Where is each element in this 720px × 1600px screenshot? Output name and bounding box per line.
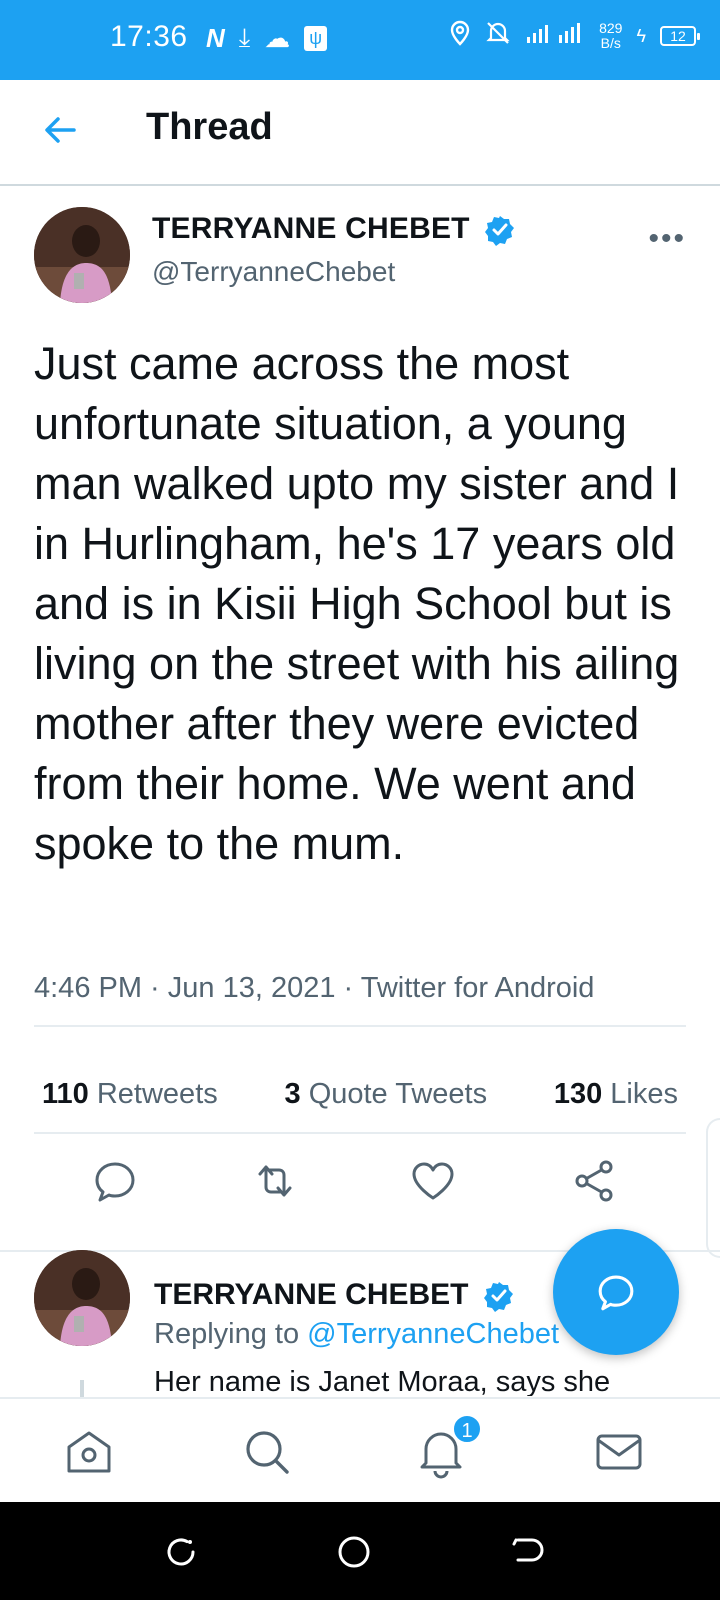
home-icon[interactable] bbox=[62, 1425, 116, 1479]
share-icon[interactable] bbox=[570, 1156, 620, 1206]
likes-label: Likes bbox=[610, 1078, 678, 1110]
search-icon[interactable] bbox=[240, 1425, 294, 1479]
tweet-stats: 110 Retweets 3 Quote Tweets 130 Likes bbox=[34, 1078, 686, 1111]
reply-author-name-text: TERRYANNE CHEBET bbox=[154, 1278, 469, 1311]
author-avatar[interactable] bbox=[34, 207, 130, 303]
netflix-n-icon: N bbox=[206, 22, 225, 53]
replying-to-prefix: Replying to bbox=[154, 1318, 308, 1350]
verified-badge-icon bbox=[485, 216, 515, 247]
retweets-label: Retweets bbox=[96, 1078, 218, 1110]
retweet-icon[interactable] bbox=[250, 1156, 300, 1206]
status-icons-right: 829 B/s ϟ 12 bbox=[449, 20, 700, 52]
status-time: 17:36 bbox=[110, 20, 188, 53]
battery-indicator: 12 bbox=[660, 26, 700, 46]
speed-unit: B/s bbox=[600, 35, 621, 51]
verified-badge-icon bbox=[483, 1282, 513, 1313]
thread-header: Thread bbox=[0, 80, 720, 186]
home-circle-icon[interactable] bbox=[336, 1534, 372, 1570]
usb-icon: ψ bbox=[304, 25, 328, 51]
mute-bell-icon bbox=[485, 20, 511, 52]
author-name-text: TERRYANNE CHEBET bbox=[152, 212, 470, 245]
back-arrow-icon[interactable] bbox=[40, 110, 80, 150]
replying-to-link[interactable]: @TerryanneChebet bbox=[307, 1318, 559, 1350]
back-nav-icon[interactable] bbox=[510, 1534, 546, 1570]
location-icon bbox=[449, 20, 471, 52]
compose-fab-button[interactable] bbox=[553, 1229, 679, 1355]
page-title: Thread bbox=[146, 106, 273, 148]
reply-author-name[interactable]: TERRYANNE CHEBET bbox=[154, 1278, 515, 1313]
like-heart-icon[interactable] bbox=[408, 1156, 458, 1206]
quotes-label: Quote Tweets bbox=[308, 1078, 488, 1110]
bottom-nav bbox=[0, 1397, 720, 1502]
reply-icon[interactable] bbox=[90, 1156, 140, 1206]
recent-apps-icon[interactable] bbox=[163, 1534, 199, 1570]
status-icons-left: N ⤓ ☁ ψ bbox=[206, 22, 328, 54]
system-nav-bar bbox=[0, 1502, 720, 1600]
divider bbox=[34, 1132, 686, 1134]
more-options-icon[interactable]: ••• bbox=[648, 222, 686, 256]
reply-text: Her name is Janet Moraa, says she bbox=[154, 1366, 611, 1396]
replying-to: Replying to @TerryanneChebet bbox=[154, 1318, 559, 1351]
messages-mail-icon[interactable] bbox=[592, 1425, 646, 1479]
likes-count: 130 bbox=[553, 1078, 603, 1110]
tweet-meta: 4:46 PM · Jun 13, 2021 · Twitter for And… bbox=[34, 972, 595, 1004]
reply-author-avatar[interactable] bbox=[34, 1250, 130, 1346]
scroll-handle[interactable] bbox=[706, 1118, 720, 1258]
author-name[interactable]: TERRYANNE CHEBET bbox=[152, 212, 516, 247]
signal-icon bbox=[525, 21, 585, 51]
status-bar: 17:36 N ⤓ ☁ ψ 829 B/s ϟ 12 bbox=[0, 0, 720, 80]
compose-reply-icon bbox=[598, 1275, 634, 1311]
likes-stat[interactable]: 130 Likes bbox=[554, 1078, 678, 1111]
retweets-stat[interactable]: 110 Retweets bbox=[42, 1078, 218, 1111]
network-speed: 829 B/s bbox=[599, 21, 622, 51]
tweet-actions bbox=[0, 1156, 720, 1226]
notifications-badge: 1 bbox=[452, 1414, 482, 1444]
charging-icon: ϟ bbox=[636, 25, 646, 46]
retweets-count: 110 bbox=[42, 1078, 89, 1110]
quotes-stat[interactable]: 3 Quote Tweets bbox=[284, 1078, 487, 1111]
author-handle[interactable]: @TerryanneChebet bbox=[152, 256, 395, 288]
speed-value: 829 bbox=[599, 20, 623, 36]
divider bbox=[34, 1025, 686, 1027]
app-notification-icon: ☁ bbox=[264, 22, 291, 53]
download-icon: ⤓ bbox=[238, 22, 251, 52]
quotes-count: 3 bbox=[284, 1078, 301, 1110]
tweet-text: Just came across the most unfortunate si… bbox=[34, 338, 680, 869]
